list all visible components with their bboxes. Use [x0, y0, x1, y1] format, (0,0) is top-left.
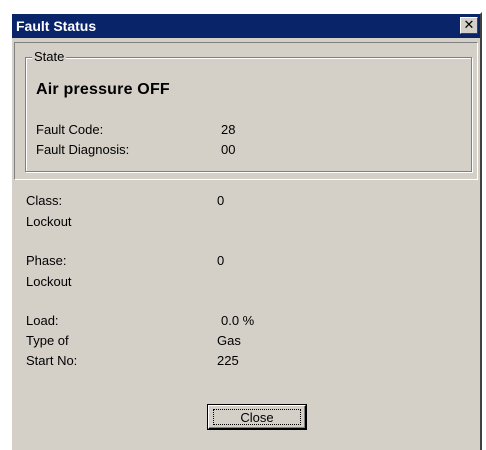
class-sub-label: Lockout [26, 214, 72, 229]
close-icon[interactable]: ✕ [460, 17, 478, 34]
phase-label: Phase: [26, 253, 67, 268]
start-no-value: 225 [217, 353, 239, 368]
phase-value: 0 [217, 253, 225, 268]
class-value: 0 [217, 193, 225, 208]
fault-status-dialog: Fault Status ✕ State Air pressure OFF Fa… [10, 12, 482, 450]
type-of-label: Type of [26, 333, 69, 348]
fault-code-label: Fault Code: [36, 122, 104, 137]
fault-diagnosis-label: Fault Diagnosis: [36, 142, 130, 157]
close-button[interactable]: Close [208, 405, 306, 429]
start-no-label: Start No: [26, 353, 78, 368]
class-label: Class: [26, 193, 63, 208]
type-of-value: Gas [217, 333, 241, 348]
state-groupbox: State Air pressure OFF Fault Code: 28 Fa… [25, 49, 472, 172]
title-bar[interactable]: Fault Status ✕ [12, 14, 480, 38]
load-value: 0.0 % [221, 313, 255, 328]
state-title: Air pressure OFF [36, 81, 170, 98]
fault-code-value: 28 [221, 122, 236, 137]
state-legend: State [32, 49, 67, 64]
state-panel: State Air pressure OFF Fault Code: 28 Fa… [14, 42, 478, 180]
window-title: Fault Status [16, 18, 97, 34]
fault-diagnosis-value: 00 [221, 142, 236, 157]
load-label: Load: [26, 313, 59, 328]
close-button-label: Close [213, 409, 301, 425]
phase-sub-label: Lockout [26, 274, 72, 289]
